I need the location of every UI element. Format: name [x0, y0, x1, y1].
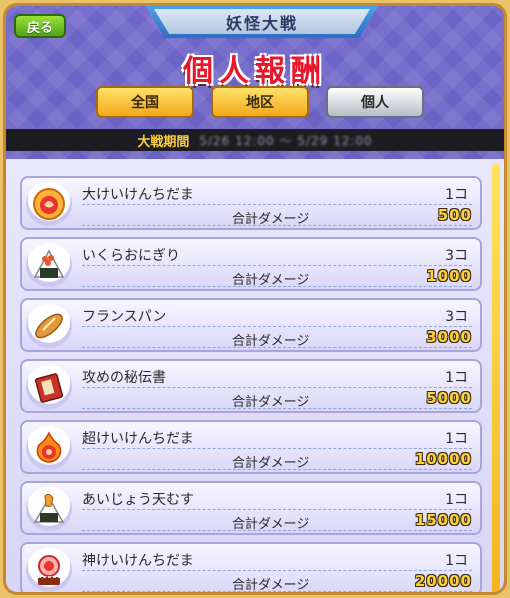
reward-row: 大けいけんちだま 1コ 合計ダメージ 500 [20, 176, 482, 230]
reward-row: 神けいけんちだま 1コ 合計ダメージ 20000 [20, 542, 482, 592]
damage-value: 1000 [426, 267, 472, 285]
reward-row: 超けいけんちだま 1コ 合計ダメージ 10000 [20, 420, 482, 474]
reward-row: いくらおにぎり 3コ 合計ダメージ 1000 [20, 237, 482, 291]
reward-name: 攻めの秘伝書 [82, 370, 166, 386]
period-bar: 大戦期間 5/26 12:00 ～ 5/29 12:00 [6, 129, 504, 151]
reward-qty: 1コ [445, 553, 468, 569]
orb-icon [26, 182, 72, 226]
tab-personal[interactable]: 個人 [326, 86, 424, 118]
flame-orb-icon [26, 426, 72, 470]
bread-icon [26, 304, 72, 348]
onigiri-icon [26, 243, 72, 287]
period-label: 大戦期間 [137, 134, 190, 150]
scroll-book-icon [26, 365, 72, 409]
reward-tabs: 全国 地区 個人 [96, 86, 426, 120]
reward-qty: 3コ [445, 248, 468, 264]
reward-qty: 1コ [445, 431, 468, 447]
reward-name: いくらおにぎり [82, 248, 180, 264]
reward-row: フランスパン 3コ 合計ダメージ 3000 [20, 298, 482, 352]
damage-value: 15000 [414, 511, 472, 529]
tab-region[interactable]: 地区 [211, 86, 309, 118]
reward-name: あいじょう天むす [82, 492, 194, 508]
damage-value: 5000 [426, 389, 472, 407]
god-orb-icon [26, 548, 72, 592]
tab-national[interactable]: 全国 [96, 86, 194, 118]
banner-title: 妖怪大戦 [225, 14, 298, 33]
back-button[interactable]: 戻る [14, 14, 66, 38]
reward-row: あいじょう天むす 1コ 合計ダメージ 15000 [20, 481, 482, 535]
reward-name: フランスパン [82, 309, 167, 325]
reward-qty: 1コ [445, 187, 468, 203]
scrollbar-thumb[interactable] [492, 164, 500, 592]
damage-value: 10000 [414, 450, 472, 468]
tenmusu-icon [26, 487, 72, 531]
game-window: 戻る 妖怪大戦 個人報酬 全国 地区 個人 大戦期間 5/26 12:00 ～ … [3, 3, 507, 595]
reward-qty: 1コ [445, 370, 468, 386]
page-title: 個人報酬 [183, 54, 327, 89]
damage-value: 3000 [426, 328, 472, 346]
reward-name: 超けいけんちだま [82, 431, 194, 447]
reward-qty: 1コ [445, 492, 468, 508]
scrollbar[interactable] [492, 164, 500, 592]
mode-banner: 妖怪大戦 [146, 6, 378, 38]
period-value: 5/26 12:00 ～ 5/29 12:00 [199, 133, 373, 148]
reward-row: 攻めの秘伝書 1コ 合計ダメージ 5000 [20, 359, 482, 413]
reward-qty: 3コ [445, 309, 468, 325]
reward-name: 神けいけんちだま [82, 553, 194, 569]
damage-value: 500 [437, 206, 472, 224]
damage-value: 20000 [414, 572, 472, 590]
reward-name: 大けいけんちだま [82, 187, 194, 203]
